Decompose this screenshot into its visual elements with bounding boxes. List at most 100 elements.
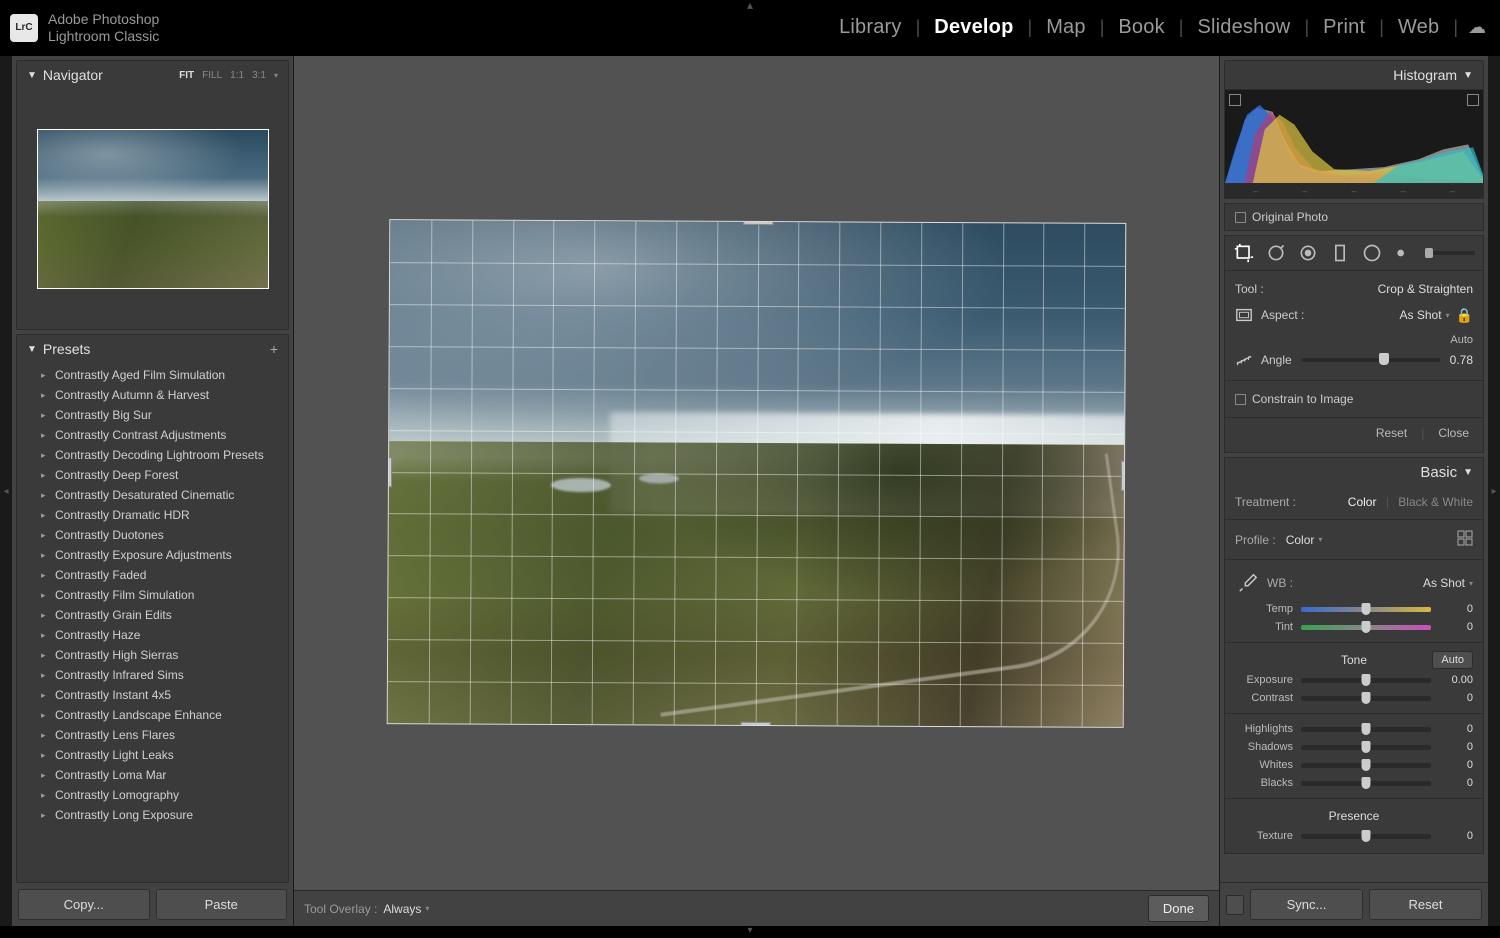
preset-folder[interactable]: Contrastly High Sierras	[17, 645, 288, 665]
lock-icon[interactable]: 🔒	[1456, 307, 1473, 324]
tool-reset-button[interactable]: Reset	[1372, 424, 1411, 442]
module-web[interactable]: Web	[1384, 16, 1453, 39]
nav-zoom-fill[interactable]: FILL	[202, 70, 222, 81]
redeye-tool-icon[interactable]	[1297, 242, 1319, 264]
angle-slider[interactable]	[1302, 358, 1440, 362]
panel-switch-icon[interactable]	[1226, 895, 1244, 915]
preset-folder[interactable]: Contrastly Contrast Adjustments	[17, 425, 288, 445]
radial-filter-icon[interactable]	[1361, 242, 1383, 264]
module-slideshow[interactable]: Slideshow	[1183, 16, 1304, 39]
tool-close-button[interactable]: Close	[1434, 424, 1473, 442]
preset-folder[interactable]: Contrastly Decoding Lightroom Presets	[17, 445, 288, 465]
right-rail-toggle[interactable]: ▸	[1488, 56, 1500, 926]
preset-folder[interactable]: Contrastly Film Simulation	[17, 585, 288, 605]
profile-browser-icon[interactable]	[1457, 530, 1473, 549]
brush-tool-icon[interactable]	[1393, 242, 1415, 264]
module-map[interactable]: Map	[1032, 16, 1100, 39]
nav-zoom-1-1[interactable]: 1:1	[230, 70, 244, 81]
slider-blacks[interactable]: Blacks0	[1235, 774, 1473, 792]
sync-button[interactable]: Sync...	[1250, 889, 1363, 920]
crop-handle-tl[interactable]	[387, 219, 404, 233]
aspect-value[interactable]: As Shot	[1400, 308, 1442, 322]
preset-folder[interactable]: Contrastly Autumn & Harvest	[17, 385, 288, 405]
preset-folder[interactable]: Contrastly Grain Edits	[17, 605, 288, 625]
canvas-area[interactable]	[294, 56, 1219, 890]
preset-folder[interactable]: Contrastly Dramatic HDR	[17, 505, 288, 525]
tone-auto-button[interactable]: Auto	[1432, 651, 1473, 669]
preset-folder[interactable]: Contrastly Desaturated Cinematic	[17, 485, 288, 505]
crop-tool-icon[interactable]	[1233, 242, 1255, 264]
preset-folder[interactable]: Contrastly Instant 4x5	[17, 685, 288, 705]
bottom-notch-icon[interactable]: ▾	[0, 926, 1500, 938]
preset-folder[interactable]: Contrastly Light Leaks	[17, 745, 288, 765]
crop-frame[interactable]	[387, 219, 1127, 728]
slider-shadows[interactable]: Shadows0	[1235, 738, 1473, 756]
preset-folder[interactable]: Contrastly Exposure Adjustments	[17, 545, 288, 565]
preset-folder[interactable]: Contrastly Loma Mar	[17, 765, 288, 785]
crop-handle-tr[interactable]	[1112, 219, 1126, 237]
spot-removal-icon[interactable]	[1265, 242, 1287, 264]
copy-button[interactable]: Copy...	[18, 889, 150, 920]
left-rail-toggle[interactable]: ◂	[0, 56, 12, 926]
add-preset-icon[interactable]: +	[270, 341, 278, 357]
slider-temp[interactable]: Temp0	[1235, 600, 1473, 618]
highlight-clip-icon[interactable]	[1467, 94, 1479, 106]
straighten-icon[interactable]	[1235, 351, 1253, 369]
navigator-preview[interactable]	[17, 89, 288, 329]
preset-folder[interactable]: Contrastly Faded	[17, 565, 288, 585]
top-notch-icon[interactable]: ▴	[747, 0, 753, 12]
histogram[interactable]	[1224, 90, 1484, 184]
crop-handle-br[interactable]	[1110, 713, 1127, 727]
tool-overlay-value[interactable]: Always	[383, 902, 421, 916]
module-book[interactable]: Book	[1104, 16, 1178, 39]
preset-folder[interactable]: Contrastly Aged Film Simulation	[17, 365, 288, 385]
preset-folder[interactable]: Contrastly Lomography	[17, 785, 288, 805]
paste-button[interactable]: Paste	[156, 889, 288, 920]
graduated-filter-icon[interactable]	[1329, 242, 1351, 264]
slider-highlights[interactable]: Highlights0	[1235, 720, 1473, 738]
brush-size-slider[interactable]	[1425, 251, 1475, 255]
crop-handle-left[interactable]	[387, 456, 392, 486]
wb-value[interactable]: As Shot	[1423, 576, 1465, 590]
slider-whites[interactable]: Whites0	[1235, 756, 1473, 774]
constrain-toggle[interactable]: Constrain to Image	[1235, 387, 1473, 411]
slider-contrast[interactable]: Contrast0	[1235, 689, 1473, 707]
crop-handle-bottom[interactable]	[740, 721, 770, 727]
angle-value[interactable]: 0.78	[1450, 353, 1473, 367]
histogram-header[interactable]: Histogram ▼	[1224, 60, 1484, 90]
preset-folder[interactable]: Contrastly Deep Forest	[17, 465, 288, 485]
preset-folder[interactable]: Contrastly Long Exposure	[17, 805, 288, 825]
preset-folder[interactable]: Contrastly Duotones	[17, 525, 288, 545]
nav-zoom-3-1[interactable]: 3:1	[252, 70, 266, 81]
crop-handle-top[interactable]	[743, 219, 773, 225]
treatment-color[interactable]: Color	[1348, 495, 1377, 509]
checkbox-icon[interactable]	[1235, 212, 1246, 223]
aspect-icon[interactable]	[1235, 306, 1253, 324]
cloud-sync-icon[interactable]: ☁	[1468, 17, 1486, 38]
done-button[interactable]: Done	[1148, 895, 1209, 922]
preset-folder[interactable]: Contrastly Big Sur	[17, 405, 288, 425]
crop-handle-bl[interactable]	[387, 710, 401, 728]
profile-value[interactable]: Color	[1286, 533, 1315, 547]
treatment-bw[interactable]: Black & White	[1398, 495, 1473, 509]
navigator-header[interactable]: ▼ Navigator FITFILL1:13:1▾	[17, 61, 288, 89]
original-photo-toggle[interactable]: Original Photo	[1224, 203, 1484, 231]
preset-folder[interactable]: Contrastly Infrared Sims	[17, 665, 288, 685]
slider-tint[interactable]: Tint0	[1235, 618, 1473, 636]
reset-button[interactable]: Reset	[1369, 889, 1482, 920]
preset-folder[interactable]: Contrastly Lens Flares	[17, 725, 288, 745]
slider-texture[interactable]: Texture0	[1235, 827, 1473, 845]
slider-exposure[interactable]: Exposure0.00	[1235, 671, 1473, 689]
module-print[interactable]: Print	[1309, 16, 1379, 39]
shadow-clip-icon[interactable]	[1229, 94, 1241, 106]
module-library[interactable]: Library	[825, 16, 916, 39]
eyedropper-icon[interactable]	[1235, 570, 1261, 596]
presets-header[interactable]: ▼ Presets +	[17, 335, 288, 363]
crop-handle-right[interactable]	[1121, 460, 1126, 490]
preset-folder[interactable]: Contrastly Haze	[17, 625, 288, 645]
checkbox-icon[interactable]	[1235, 394, 1246, 405]
nav-zoom-fit[interactable]: FIT	[179, 70, 194, 81]
angle-auto-button[interactable]: Auto	[1450, 334, 1473, 346]
module-develop[interactable]: Develop	[920, 16, 1027, 39]
preset-folder[interactable]: Contrastly Landscape Enhance	[17, 705, 288, 725]
